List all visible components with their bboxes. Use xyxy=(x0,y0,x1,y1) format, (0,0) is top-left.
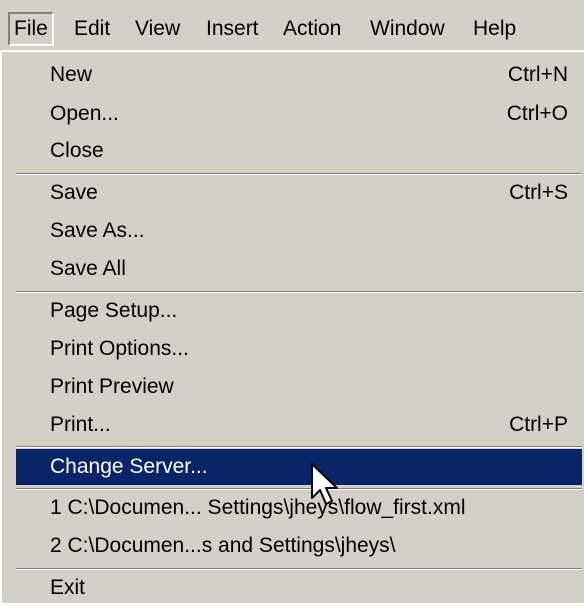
menu-item-save-as[interactable]: Save As... xyxy=(16,213,582,249)
menu-item-exit[interactable]: Exit xyxy=(16,570,582,606)
application-window: File Edit View Insert Action Window Help… xyxy=(0,0,584,603)
menu-item-print[interactable]: Print... Ctrl+P xyxy=(16,407,582,443)
menu-action[interactable]: Action xyxy=(279,12,345,46)
menu-item-label: Save All xyxy=(50,257,126,280)
menu-item-new[interactable]: New Ctrl+N xyxy=(16,57,582,93)
menu-edit[interactable]: Edit xyxy=(70,12,114,46)
menu-item-recent-file-2[interactable]: 2 C:\Documen...s and Settings\jheys\ xyxy=(16,528,582,564)
menu-item-shortcut: Ctrl+P xyxy=(509,413,568,436)
menu-window[interactable]: Window xyxy=(366,12,449,46)
menu-item-open[interactable]: Open... Ctrl+O xyxy=(16,96,582,132)
menu-item-shortcut: Ctrl+N xyxy=(507,63,568,86)
menu-item-label: Print Options... xyxy=(50,337,189,360)
menu-item-label: Save As... xyxy=(50,219,145,242)
menu-item-close[interactable]: Close xyxy=(16,133,582,169)
menu-item-label: Page Setup... xyxy=(50,299,178,322)
menu-item-recent-file-1[interactable]: 1 C:\Documen... Settings\jheys\flow_firs… xyxy=(16,490,582,526)
menu-item-label: Save xyxy=(50,181,98,204)
menu-item-label: Change Server... xyxy=(50,455,208,478)
menu-insert[interactable]: Insert xyxy=(202,12,263,46)
menu-item-shortcut: Ctrl+S xyxy=(509,181,568,204)
menu-item-label: 1 C:\Documen... Settings\jheys\flow_firs… xyxy=(50,496,466,519)
file-menu-dropdown: New Ctrl+N Open... Ctrl+O Close Save Ctr… xyxy=(0,50,584,603)
menu-item-print-options[interactable]: Print Options... xyxy=(16,331,582,367)
menu-file[interactable]: File xyxy=(8,12,54,46)
menu-item-save-all[interactable]: Save All xyxy=(16,251,582,287)
menu-item-label: Open... xyxy=(50,102,119,125)
menu-item-label: Exit xyxy=(50,576,86,599)
menu-item-label: New xyxy=(50,63,93,86)
menu-item-print-preview[interactable]: Print Preview xyxy=(16,369,582,405)
menu-item-save[interactable]: Save Ctrl+S xyxy=(16,175,582,211)
menu-help[interactable]: Help xyxy=(469,12,520,46)
menu-item-label: Print... xyxy=(50,413,111,436)
menu-separator xyxy=(16,446,582,448)
menu-item-page-setup[interactable]: Page Setup... xyxy=(16,293,582,329)
menu-view[interactable]: View xyxy=(131,12,184,46)
arrow-cursor-icon xyxy=(311,463,338,505)
menu-item-change-server[interactable]: Change Server... xyxy=(16,449,582,485)
menu-item-label: Print Preview xyxy=(50,375,174,398)
menu-item-shortcut: Ctrl+O xyxy=(506,102,568,125)
menu-bar: File Edit View Insert Action Window Help xyxy=(0,10,584,50)
menu-item-label: Close xyxy=(50,139,104,162)
menu-item-label: 2 C:\Documen...s and Settings\jheys\ xyxy=(50,534,396,557)
